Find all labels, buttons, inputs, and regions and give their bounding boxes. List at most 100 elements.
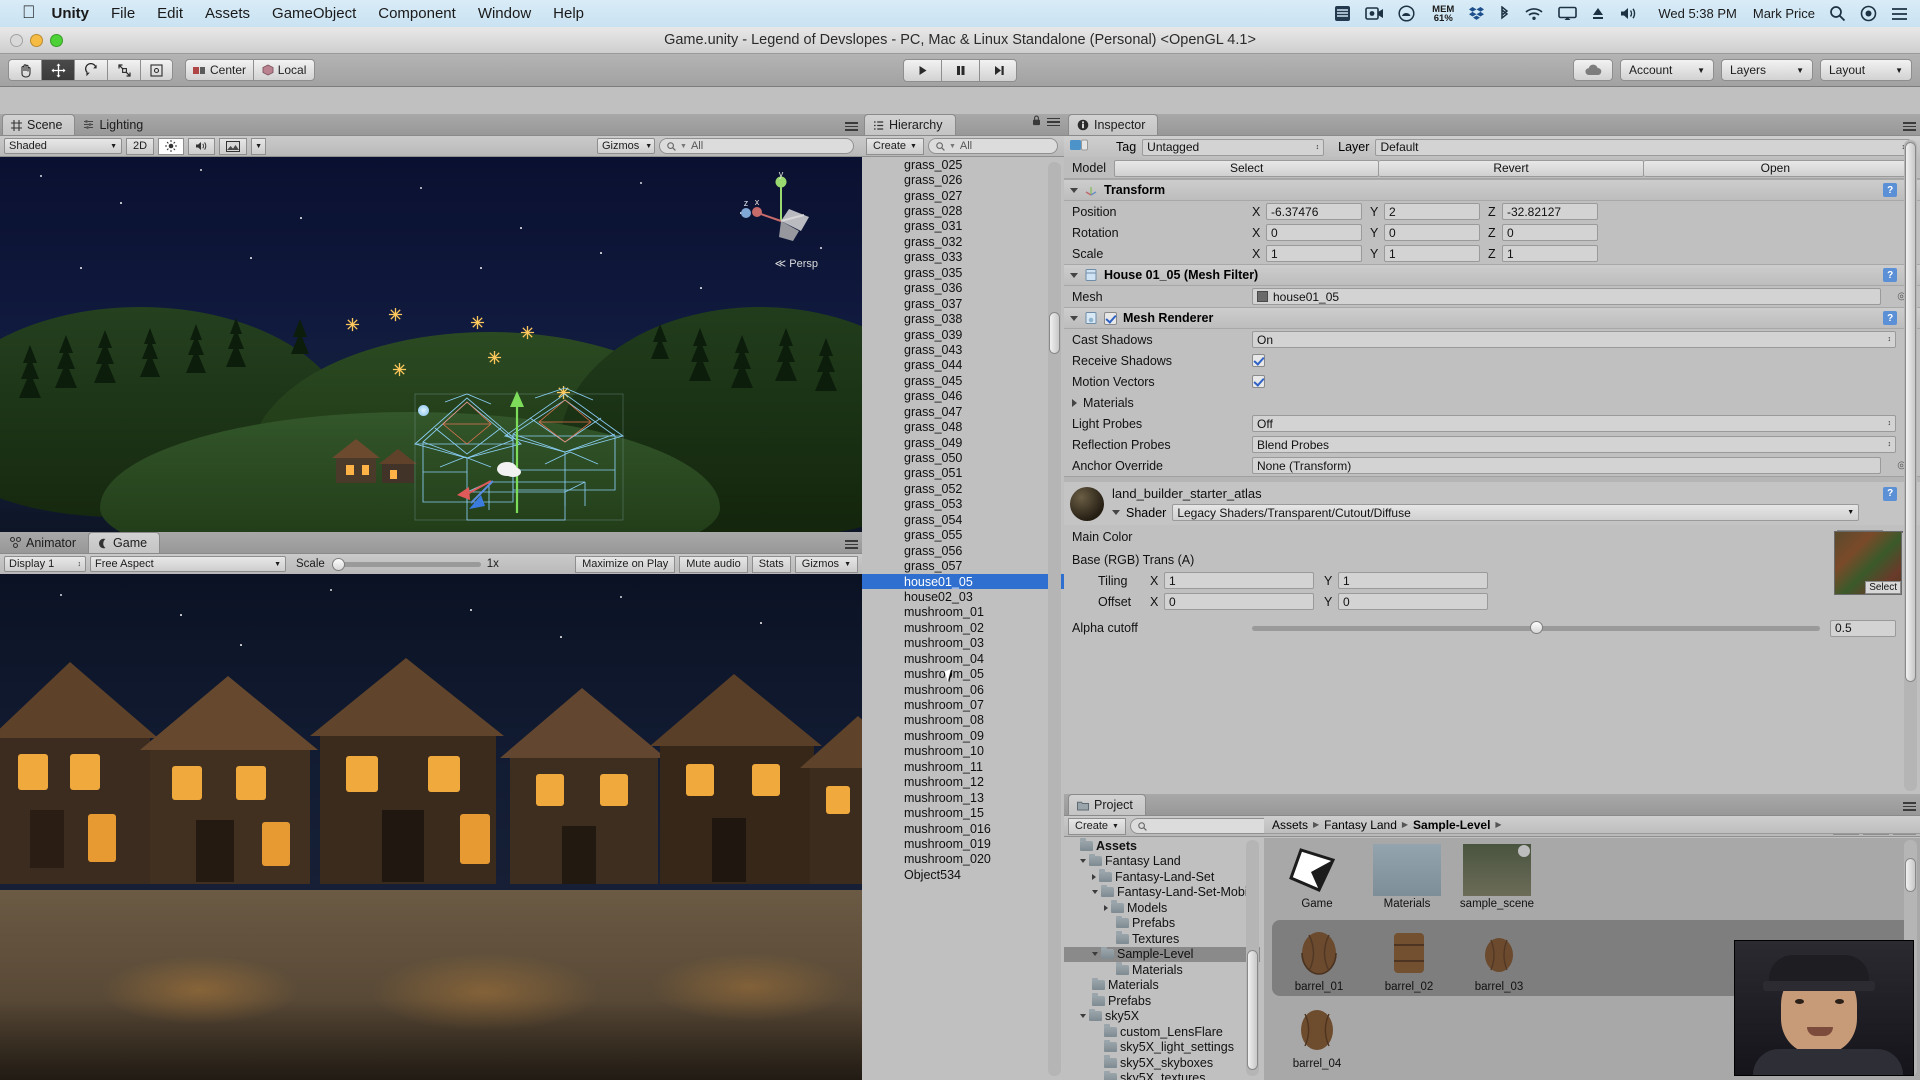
panel-menu-icon[interactable]	[1903, 122, 1916, 131]
hierarchy-list[interactable]: grass_025 grass_026 grass_027 grass_028 gras…	[862, 157, 1064, 1080]
volume-icon[interactable]	[1619, 6, 1640, 21]
transform-tools[interactable]	[8, 59, 173, 81]
menu-gameobject[interactable]: GameObject	[272, 5, 356, 22]
hierarchy-item[interactable]: grass_048	[862, 419, 1064, 434]
project-tree-item[interactable]: Prefabs	[1064, 915, 1260, 932]
scale-tool[interactable]	[107, 59, 140, 81]
hierarchy-item[interactable]: grass_057	[862, 558, 1064, 573]
object-active-checkbox[interactable]	[1070, 139, 1088, 156]
hierarchy-item[interactable]: grass_053	[862, 497, 1064, 512]
game-viewport[interactable]	[0, 574, 862, 1080]
selected-object-wireframe[interactable]	[405, 372, 665, 522]
inspector-scrollbar[interactable]	[1904, 140, 1917, 791]
shader-dropdown[interactable]: Legacy Shaders/Transparent/Cutout/Diffus…	[1172, 504, 1860, 521]
tree-triangle-icon[interactable]	[1092, 952, 1098, 957]
project-tab-options[interactable]	[1903, 802, 1916, 811]
tree-triangle-icon[interactable]	[1080, 1014, 1086, 1019]
pivot-mode-button[interactable]: Center	[185, 59, 254, 81]
rotate-tool[interactable]	[74, 59, 107, 81]
rect-tool[interactable]	[140, 59, 173, 81]
window-controls[interactable]	[0, 33, 63, 47]
materials-row[interactable]: Materials	[1064, 392, 1920, 413]
inspector-tab-options[interactable]	[1903, 122, 1916, 131]
cloud-sync-icon[interactable]	[1398, 5, 1415, 22]
maximize-on-play-button[interactable]: Maximize on Play	[575, 555, 676, 573]
menu-edit[interactable]: Edit	[157, 5, 183, 22]
hierarchy-item[interactable]: grass_055	[862, 528, 1064, 543]
scale-z-input[interactable]: 1	[1502, 245, 1598, 262]
model-revert-button[interactable]: Revert	[1379, 159, 1644, 177]
hierarchy-item[interactable]: mushroom_13	[862, 790, 1064, 805]
move-gizmo[interactable]	[455, 385, 535, 515]
hierarchy-item[interactable]: grass_033	[862, 250, 1064, 265]
hierarchy-item[interactable]: grass_025	[862, 157, 1064, 172]
hierarchy-item[interactable]: mushroom_020	[862, 852, 1064, 867]
tab-project[interactable]: Project	[1068, 794, 1146, 815]
hierarchy-item[interactable]: grass_038	[862, 311, 1064, 326]
help-icon[interactable]: ?	[1883, 486, 1898, 501]
texture-preview[interactable]: Select	[1834, 531, 1902, 595]
project-tree-item[interactable]: Models	[1064, 900, 1260, 916]
hierarchy-item[interactable]: mushroom_11	[862, 759, 1064, 774]
menu-assets[interactable]: Assets	[205, 5, 250, 22]
pause-button[interactable]	[941, 58, 979, 82]
project-tree-item[interactable]: Fantasy Land	[1064, 853, 1260, 870]
panel-menu-icon[interactable]	[1047, 117, 1060, 127]
notification-icon[interactable]	[1891, 7, 1908, 21]
hierarchy-item[interactable]: grass_031	[862, 219, 1064, 234]
wifi-icon[interactable]	[1524, 6, 1544, 21]
scale-slider[interactable]: 1x	[329, 557, 571, 571]
scene-effects-dropdown[interactable]: ▼	[251, 137, 266, 155]
breadcrumb-assets[interactable]: Assets	[1272, 818, 1308, 832]
hierarchy-item[interactable]: grass_039	[862, 327, 1064, 342]
asset-item-barrel-04[interactable]: barrel_04	[1274, 1004, 1360, 1070]
hierarchy-item[interactable]: grass_032	[862, 234, 1064, 249]
project-tree-item[interactable]: sky5X	[1064, 1008, 1260, 1025]
scene-gizmos-dropdown[interactable]: Gizmos ▼	[597, 138, 655, 154]
alpha-cutoff-input[interactable]: 0.5	[1830, 619, 1896, 637]
scene-effects-toggle[interactable]	[219, 137, 248, 155]
hierarchy-item[interactable]: grass_046	[862, 389, 1064, 404]
hierarchy-item[interactable]: Object534	[862, 867, 1064, 882]
move-tool[interactable]	[41, 59, 74, 81]
project-grid-scroll-thumb[interactable]	[1905, 858, 1916, 892]
offset-y-input[interactable]: 0	[1338, 593, 1488, 610]
model-open-button[interactable]: Open	[1643, 159, 1908, 177]
layer-dropdown[interactable]: Default ↕	[1375, 138, 1910, 156]
minimize-button[interactable]	[30, 33, 43, 47]
tree-triangle-icon[interactable]	[1104, 904, 1108, 911]
panel-menu-icon[interactable]	[845, 122, 858, 131]
mesh-object-field[interactable]: house01_05	[1252, 288, 1882, 305]
hierarchy-tab-options[interactable]	[1032, 113, 1060, 131]
asset-item-barrel-02[interactable]: barrel_02	[1366, 927, 1452, 993]
project-tree-item[interactable]: custom_LensFlare	[1064, 1024, 1260, 1040]
tab-animator[interactable]: Animator	[2, 532, 88, 553]
hierarchy-item[interactable]: mushroom_016	[862, 821, 1064, 836]
hierarchy-item[interactable]: mushroom_07	[862, 697, 1064, 712]
control-center-icon[interactable]	[1860, 5, 1877, 22]
hierarchy-scroll-thumb[interactable]	[1049, 312, 1060, 354]
tree-triangle-icon[interactable]	[1092, 873, 1096, 880]
collapse-triangle-icon[interactable]	[1070, 315, 1078, 321]
motion-vectors-checkbox[interactable]	[1252, 375, 1265, 388]
hierarchy-item[interactable]: grass_054	[862, 512, 1064, 527]
hierarchy-item[interactable]: grass_045	[862, 373, 1064, 388]
receive-shadows-checkbox[interactable]	[1252, 354, 1265, 367]
offset-x-input[interactable]: 0	[1164, 593, 1314, 610]
hand-tool[interactable]	[8, 59, 41, 81]
layout-button[interactable]: Layout ▼	[1820, 59, 1912, 81]
hierarchy-item[interactable]: house01_05	[862, 573, 1064, 590]
project-tree-item[interactable]: Prefabs	[1064, 993, 1260, 1009]
project-tree-item[interactable]: Fantasy-Land-Set-Mobil	[1064, 884, 1260, 901]
draw-mode-dropdown[interactable]: Shaded ▼	[4, 138, 122, 154]
step-button[interactable]	[979, 58, 1017, 82]
hierarchy-item[interactable]: mushroom_05	[862, 666, 1064, 681]
hierarchy-item[interactable]: mushroom_15	[862, 805, 1064, 820]
layers-icon[interactable]	[1334, 5, 1351, 22]
texture-select-button[interactable]: Select	[1865, 581, 1901, 594]
tree-triangle-icon[interactable]	[1092, 890, 1098, 895]
hierarchy-item[interactable]: mushroom_06	[862, 682, 1064, 697]
mesh-filter-header[interactable]: House 01_05 (Mesh Filter) ? ⚙	[1064, 264, 1920, 286]
hierarchy-item[interactable]: grass_056	[862, 543, 1064, 558]
rotation-y-input[interactable]: 0	[1384, 224, 1480, 241]
